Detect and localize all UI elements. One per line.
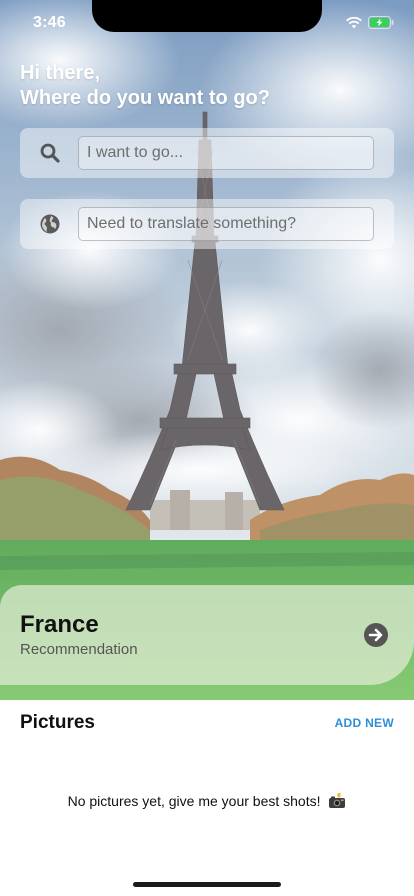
greeting: Hi there, Where do you want to go? — [20, 61, 270, 111]
recommendation-country: France — [20, 611, 99, 638]
status-time: 3:46 — [33, 14, 66, 31]
translate-card — [20, 199, 394, 249]
wifi-icon — [346, 16, 362, 34]
translate-input[interactable] — [78, 207, 374, 241]
camera-flash-icon — [328, 793, 346, 812]
battery-charging-icon — [368, 16, 394, 34]
greeting-line-1: Hi there, — [20, 62, 101, 84]
search-icon — [38, 141, 62, 165]
greeting-line-2: Where do you want to go? — [20, 87, 270, 109]
status-bar: 3:46 — [0, 0, 414, 44]
add-new-button[interactable]: ADD NEW — [335, 716, 394, 730]
pictures-title: Pictures — [20, 712, 95, 733]
empty-pictures-text: No pictures yet, give me your best shots… — [67, 793, 321, 809]
empty-pictures-message: No pictures yet, give me your best shots… — [0, 793, 414, 812]
search-card — [20, 128, 394, 178]
recommendation-subtitle: Recommendation — [20, 641, 138, 658]
destination-search-input[interactable] — [78, 136, 374, 170]
notch — [92, 0, 322, 32]
arrow-right-circle-icon[interactable] — [364, 623, 388, 647]
globe-icon — [38, 212, 62, 236]
home-indicator[interactable] — [133, 882, 281, 887]
recommendation-card[interactable]: France Recommendation — [0, 585, 414, 685]
app-screen: 3:46 Hi there, Where do you want to go? … — [0, 0, 414, 896]
status-icons — [346, 16, 394, 34]
